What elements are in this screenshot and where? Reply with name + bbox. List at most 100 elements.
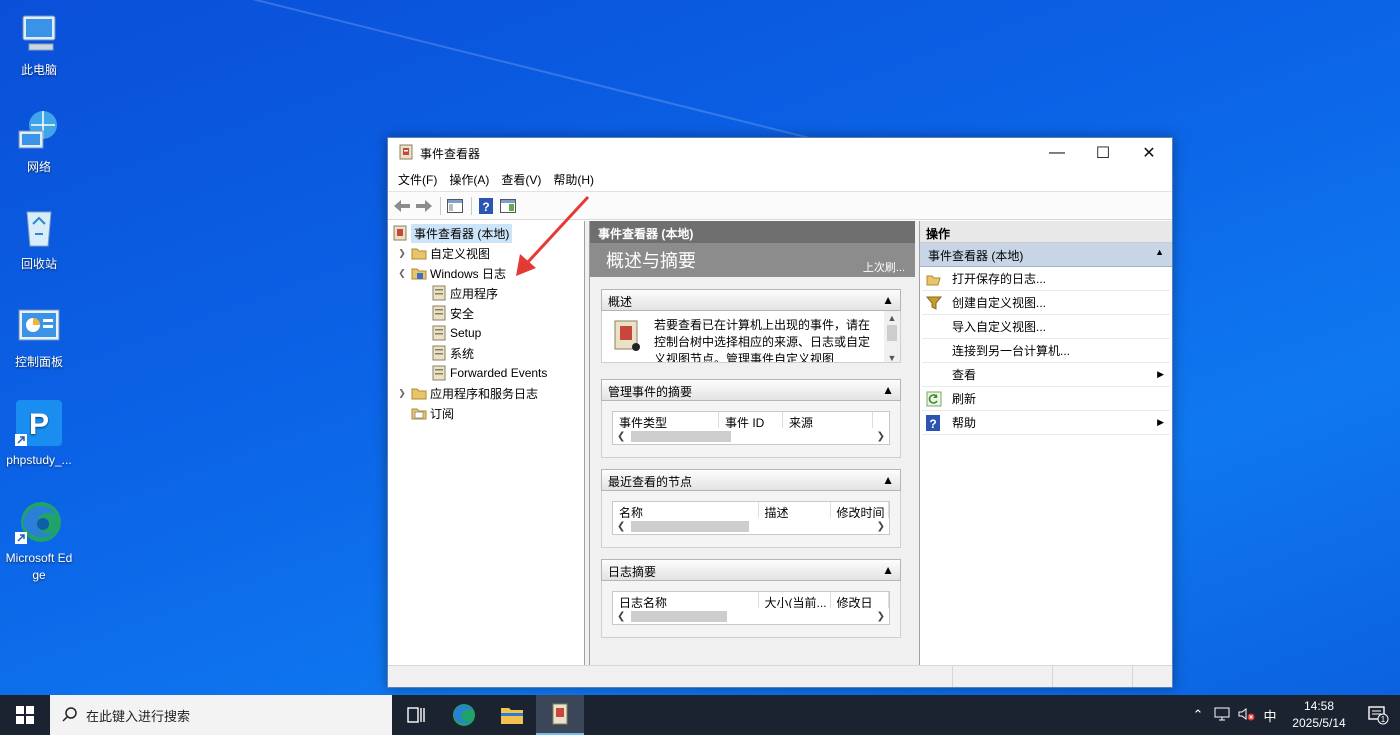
- show-hidden-icons-chevron-icon[interactable]: ⌃: [1186, 707, 1210, 723]
- action-import-custom-view[interactable]: 导入自定义视图...: [922, 315, 1170, 339]
- recent-nodes-grid[interactable]: 名称 描述 修改时间 ❮ ❯: [612, 501, 890, 535]
- action-refresh[interactable]: 刷新: [922, 387, 1170, 411]
- task-view-button[interactable]: [392, 695, 440, 735]
- task-view-icon: [407, 707, 425, 723]
- column-header[interactable]: 事件类型: [613, 412, 719, 428]
- center-header: 事件查看器 (本地): [590, 221, 915, 243]
- horizontal-scrollbar[interactable]: ❮ ❯: [613, 429, 889, 444]
- desktop-icon-recycle-bin[interactable]: 回收站: [4, 204, 74, 273]
- tree-label: 安全: [450, 306, 475, 321]
- collapse-icon[interactable]: ▲: [882, 383, 894, 397]
- column-header[interactable]: 名称: [613, 502, 759, 518]
- tree-node-forwarded-events[interactable]: Forwarded Events: [388, 363, 584, 383]
- admin-summary-header[interactable]: 管理事件的摘要 ▲: [601, 379, 901, 401]
- network-status-icon[interactable]: [1210, 706, 1234, 725]
- column-header[interactable]: 日志名称: [613, 592, 759, 608]
- volume-muted-icon[interactable]: [1234, 706, 1258, 725]
- tree-node-security[interactable]: 安全: [388, 303, 584, 323]
- action-connect-computer[interactable]: 连接到另一台计算机...: [922, 339, 1170, 363]
- clock[interactable]: 14:58 2025/5/14: [1282, 698, 1356, 732]
- collapse-icon[interactable]: ▲: [882, 293, 894, 307]
- tree-node-windows-logs[interactable]: ❮ Windows 日志: [388, 263, 584, 283]
- status-segment: [953, 666, 1053, 687]
- collapse-icon[interactable]: ▲: [882, 473, 894, 487]
- expand-chevron-icon[interactable]: ❯: [396, 388, 408, 399]
- edge-icon: [453, 704, 475, 726]
- section-title: 日志摘要: [608, 565, 657, 579]
- ime-indicator[interactable]: 中: [1258, 706, 1282, 725]
- column-header[interactable]: 修改时间: [831, 502, 889, 518]
- tree-node-setup[interactable]: Setup: [388, 323, 584, 343]
- log-summary-header[interactable]: 日志摘要 ▲: [601, 559, 901, 581]
- action-open-saved-log[interactable]: 打开保存的日志...: [922, 267, 1170, 291]
- taskbar-event-viewer-button[interactable]: [536, 695, 584, 735]
- column-header[interactable]: 大小(当前...: [759, 592, 831, 608]
- close-button[interactable]: ✕: [1126, 138, 1172, 168]
- overview-body: 若要查看已在计算机上出现的事件，请在控制台树中选择相应的来源、日志或自定义视图节…: [601, 311, 901, 363]
- actions-group-header[interactable]: 事件查看器 (本地) ▲: [920, 243, 1172, 267]
- desktop-icon-phpstudy[interactable]: P phpstudy_...: [4, 400, 74, 469]
- tree-node-subscriptions[interactable]: 订阅: [388, 403, 584, 423]
- menu-view[interactable]: 查看(V): [495, 171, 547, 188]
- desktop-icon-network[interactable]: 网络: [4, 107, 74, 176]
- collapse-icon[interactable]: ▲: [1155, 247, 1164, 262]
- phpstudy-icon: P: [15, 400, 63, 448]
- start-button[interactable]: [0, 695, 50, 735]
- log-file-icon: [431, 325, 447, 341]
- menu-action[interactable]: 操作(A): [443, 171, 495, 188]
- maximize-button[interactable]: ☐: [1080, 138, 1126, 168]
- forward-arrow-icon[interactable]: [414, 196, 434, 216]
- log-summary-section: 日志摘要 ▲ 日志名称 大小(当前... 修改日 ❮ ❯: [601, 559, 901, 638]
- filter-icon: [925, 295, 943, 311]
- clock-time: 14:58: [1303, 699, 1335, 713]
- back-arrow-icon[interactable]: [392, 196, 412, 216]
- admin-summary-grid[interactable]: 事件类型 事件 ID 来源 ❮ ❯: [612, 411, 890, 445]
- desktop-icon-this-pc[interactable]: 此电脑: [4, 10, 74, 79]
- help-toolbar-icon[interactable]: ?: [476, 196, 496, 216]
- log-summary-grid[interactable]: 日志名称 大小(当前... 修改日 ❮ ❯: [612, 591, 890, 625]
- tree-node-app-service-logs[interactable]: ❯ 应用程序和服务日志: [388, 383, 584, 403]
- tree-node-root[interactable]: 事件查看器 (本地): [388, 223, 584, 243]
- expand-chevron-icon[interactable]: ❯: [396, 248, 408, 259]
- tree-label: 系统: [450, 346, 475, 361]
- overview-section: 概述 ▲ 若要查看已在计算机上出现的事件，请在控制台树中选择相应的来源、日志或自…: [601, 289, 901, 363]
- collapse-chevron-icon[interactable]: ❮: [396, 268, 408, 279]
- taskbar: 在此键入进行搜索 ⌃ 中 14:58 2025/5/14 1: [0, 695, 1400, 735]
- menu-help[interactable]: 帮助(H): [547, 171, 600, 188]
- column-header[interactable]: 描述: [759, 502, 831, 518]
- taskbar-search-box[interactable]: 在此键入进行搜索: [50, 695, 392, 735]
- desktop-icon-control-panel[interactable]: 控制面板: [4, 302, 74, 371]
- desktop-icon-label: 网络: [26, 160, 51, 174]
- taskbar-file-explorer-button[interactable]: [488, 695, 536, 735]
- overview-scrollbar[interactable]: ▲ ▼: [884, 311, 900, 362]
- horizontal-scrollbar[interactable]: ❮ ❯: [613, 519, 889, 534]
- column-header[interactable]: 修改日: [831, 592, 889, 608]
- collapse-icon[interactable]: ▲: [882, 563, 894, 577]
- column-header[interactable]: 来源: [783, 412, 873, 428]
- tree-node-application[interactable]: 应用程序: [388, 283, 584, 303]
- minimize-button[interactable]: —: [1034, 138, 1080, 168]
- action-help[interactable]: ? 帮助 ▶: [922, 411, 1170, 435]
- recent-nodes-header[interactable]: 最近查看的节点 ▲: [601, 469, 901, 491]
- computer-icon: [15, 10, 63, 58]
- action-view[interactable]: 查看 ▶: [922, 363, 1170, 387]
- event-viewer-window: 事件查看器 — ☐ ✕ 文件(F) 操作(A) 查看(V) 帮助(H) ? 事件…: [387, 137, 1173, 688]
- menu-file[interactable]: 文件(F): [392, 171, 443, 188]
- taskbar-edge-button[interactable]: [440, 695, 488, 735]
- desktop-icon-edge[interactable]: Microsoft Edge: [4, 498, 74, 584]
- event-log-book-icon: [612, 319, 642, 356]
- overview-header[interactable]: 概述 ▲: [601, 289, 901, 311]
- tree-node-system[interactable]: 系统: [388, 343, 584, 363]
- horizontal-scrollbar[interactable]: ❮ ❯: [613, 609, 889, 624]
- toolbar: ?: [388, 192, 1172, 220]
- title-bar[interactable]: 事件查看器 — ☐ ✕: [388, 138, 1172, 168]
- tree-node-custom-views[interactable]: ❯ 自定义视图: [388, 243, 584, 263]
- tree-label: Setup: [450, 326, 482, 340]
- action-create-custom-view[interactable]: 创建自定义视图...: [922, 291, 1170, 315]
- refresh-icon: [926, 391, 942, 407]
- show-hide-console-tree-icon[interactable]: [445, 196, 465, 216]
- column-header[interactable]: 事件 ID: [719, 412, 783, 428]
- section-title: 管理事件的摘要: [608, 385, 693, 399]
- show-hide-action-pane-icon[interactable]: [498, 196, 518, 216]
- notification-center-button[interactable]: 1: [1356, 695, 1400, 735]
